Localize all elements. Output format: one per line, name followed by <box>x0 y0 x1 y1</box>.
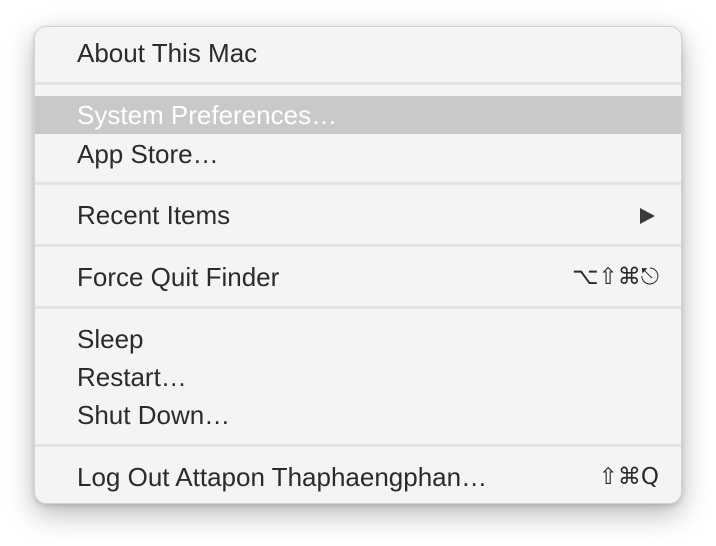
menu-item-label: Shut Down… <box>77 400 231 430</box>
menu-separator <box>35 82 681 85</box>
menu-item-recent-items[interactable]: Recent Items <box>35 196 681 234</box>
menu-item-force-quit[interactable]: Force Quit Finder ⌥⇧⌘⎋ <box>35 258 681 296</box>
menu-item-label: Log Out Attapon Thaphaengphan… <box>77 462 488 492</box>
menu-item-log-out[interactable]: Log Out Attapon Thaphaengphan… ⇧⌘Q <box>35 458 681 496</box>
menu-separator <box>35 444 681 447</box>
shortcut-option-shift-command-escape: ⌥⇧⌘⎋ <box>572 264 659 290</box>
menu-item-label: About This Mac <box>77 38 258 68</box>
shortcut-shift-command-q: ⇧⌘Q <box>598 464 659 490</box>
menu-item-sleep[interactable]: Sleep <box>35 320 681 358</box>
menu-item-label: Sleep <box>77 324 144 354</box>
menu-item-app-store[interactable]: App Store… <box>35 135 681 173</box>
menu-separator <box>35 182 681 185</box>
menu-item-label: Force Quit Finder <box>77 262 280 292</box>
menu-item-label: System Preferences… <box>77 100 338 130</box>
menu-item-shut-down[interactable]: Shut Down… <box>35 396 681 434</box>
triangle-right-icon <box>640 208 655 224</box>
menu-separator <box>35 244 681 247</box>
menu-item-about-this-mac[interactable]: About This Mac <box>35 34 681 72</box>
menu-item-label: App Store… <box>77 139 219 169</box>
menu-separator <box>35 306 681 309</box>
apple-menu: About This Mac System Preferences… App S… <box>34 26 682 504</box>
menu-item-label: Restart… <box>77 362 187 392</box>
menu-item-system-preferences[interactable]: System Preferences… <box>35 96 681 134</box>
menu-item-label: Recent Items <box>77 200 231 230</box>
menu-item-restart[interactable]: Restart… <box>35 358 681 396</box>
